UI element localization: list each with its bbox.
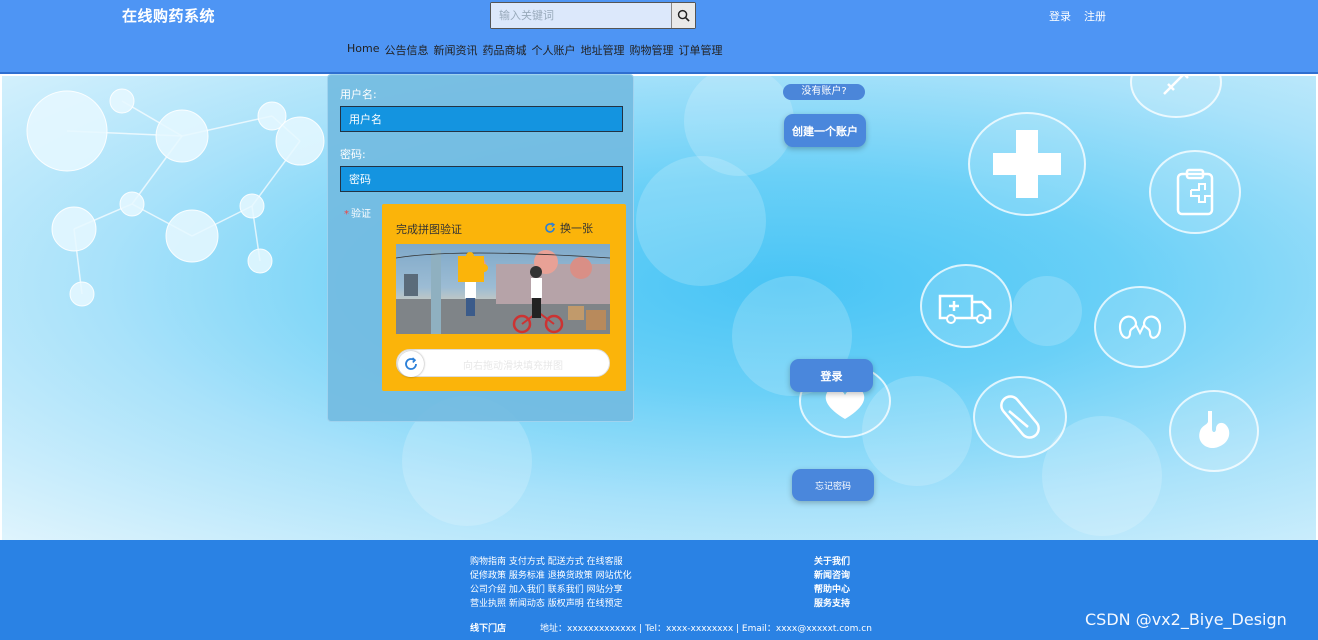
watermark: CSDN @vx2_Biye_Design	[1085, 610, 1287, 629]
create-account-button[interactable]: 创建一个账户	[784, 114, 866, 147]
site-logo[interactable]: 在线购药系统	[122, 5, 215, 26]
stomach-icon	[1199, 411, 1230, 449]
pill-circle	[973, 376, 1067, 458]
required-star: *	[344, 209, 349, 220]
captcha-slider-handle[interactable]	[398, 351, 424, 377]
footer-link-row[interactable]: 促修政策 服务标准 退换货政策 网站优化	[470, 569, 632, 583]
password-label: 密码:	[340, 148, 366, 161]
medical-cross-icon	[993, 130, 1061, 198]
verify-label: * 验证	[344, 205, 371, 220]
slider-hint: 向右拖动滑块填充拼图	[463, 361, 563, 372]
kidneys-circle	[1094, 286, 1186, 368]
username-label: 用户名:	[340, 88, 377, 101]
nav-shopping[interactable]: 购物管理	[629, 42, 673, 58]
login-link[interactable]: 登录	[1049, 8, 1071, 24]
no-account-label: 没有账户?	[783, 84, 865, 100]
refresh-icon	[405, 357, 417, 370]
kidneys-icon	[1118, 315, 1162, 339]
login-button[interactable]: 登录	[790, 359, 873, 392]
auth-links: 登录 注册	[1049, 8, 1106, 24]
footer-about-us[interactable]: 关于我们	[814, 555, 850, 569]
main-background	[2, 76, 1316, 540]
ambulance-icon	[938, 294, 992, 324]
molecule-graphic	[26, 88, 325, 307]
search-button[interactable]	[671, 3, 695, 28]
login-panel: 用户名: 密码: *验证 完成拼图验证 换一张	[327, 74, 634, 422]
bokeh-bubble	[636, 156, 766, 286]
nav-home[interactable]: Home	[347, 42, 379, 58]
pill-icon	[1000, 395, 1040, 439]
nav-announcements[interactable]: 公告信息	[384, 42, 428, 58]
refresh-icon	[545, 222, 556, 233]
syringe-icon	[1163, 76, 1189, 95]
clipboard-circle	[1149, 150, 1241, 234]
captcha-refresh-label: 换一张	[560, 222, 593, 235]
footer-help-center[interactable]: 帮助中心	[814, 583, 850, 597]
footer-link-row[interactable]: 营业执照 新闻动态 版权声明 在线预定	[470, 597, 632, 611]
search-icon	[677, 9, 690, 22]
footer-news[interactable]: 新闻咨询	[814, 569, 850, 583]
nav-address[interactable]: 地址管理	[580, 42, 624, 58]
nav-personal-account[interactable]: 个人账户	[531, 42, 575, 58]
verify-label-text: 验证	[351, 209, 371, 220]
medical-cross-circle	[968, 112, 1086, 216]
footer-link-groups: 购物指南 支付方式 配送方式 在线客服 促修政策 服务标准 退换货政策 网站优化…	[470, 555, 632, 611]
syringe-circle	[1130, 76, 1222, 118]
footer-contact-info: 地址：xxxxxxxxxxxxx | Tel：xxxx-xxxxxxxx | E…	[540, 624, 872, 634]
captcha-refresh-button[interactable]: 换一张	[544, 220, 593, 236]
footer-link-row[interactable]: 公司介绍 加入我们 联系我们 网站分享	[470, 583, 632, 597]
footer-link-row[interactable]: 购物指南 支付方式 配送方式 在线客服	[470, 555, 632, 569]
captcha-title: 完成拼图验证	[396, 223, 462, 236]
nav-drug-mall[interactable]: 药品商城	[482, 42, 526, 58]
captcha-scene	[396, 250, 610, 334]
footer-service-support[interactable]: 服务支持	[814, 597, 850, 611]
captcha-slider-track[interactable]: 向右拖动滑块填充拼图	[396, 349, 610, 377]
stomach-circle	[1169, 390, 1259, 472]
footer-right-links: 关于我们 新闻咨询 帮助中心 服务支持	[814, 555, 850, 611]
password-input[interactable]	[340, 166, 623, 192]
top-header: 在线购药系统 登录 注册 Home 公告信息 新闻资讯 药品商城 个人账户 地址…	[0, 0, 1318, 74]
footer-store-label: 线下门店	[470, 624, 507, 634]
bokeh-bubble	[1012, 276, 1082, 346]
search-input[interactable]	[491, 3, 671, 28]
ambulance-circle	[920, 264, 1012, 348]
forgot-password-button[interactable]: 忘记密码	[792, 469, 874, 501]
register-link[interactable]: 注册	[1084, 8, 1106, 24]
username-input[interactable]	[340, 106, 623, 132]
nav-news[interactable]: 新闻资讯	[433, 42, 477, 58]
nav-orders[interactable]: 订单管理	[678, 42, 722, 58]
clipboard-icon	[1176, 168, 1214, 216]
main-nav: Home 公告信息 新闻资讯 药品商城 个人账户 地址管理 购物管理 订单管理	[347, 42, 722, 58]
bokeh-bubble	[684, 76, 794, 176]
search-box	[490, 2, 696, 29]
puzzle-captcha: 完成拼图验证 换一张 向右拖动滑块填充拼图	[382, 204, 626, 391]
captcha-image	[396, 244, 610, 334]
